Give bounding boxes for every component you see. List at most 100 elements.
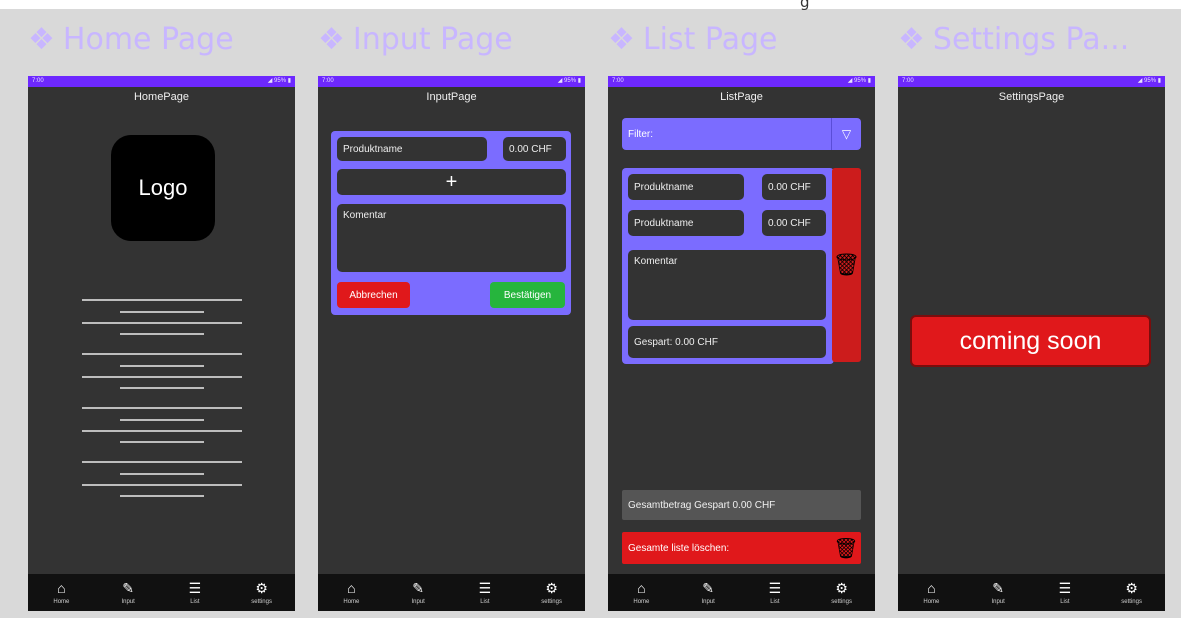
component-icon: ❖ [28,22,55,57]
bottom-nav: ⌂ Home ✎ Input ☰ List ⚙ settings [28,574,295,611]
frame-title-list: ❖ List Page [608,22,778,57]
price-field[interactable]: 0.00 CHF [762,210,826,236]
list-icon: ☰ [768,580,782,596]
placeholder-text-line [82,461,242,463]
frame-title-settings: ❖ Settings Pa... [898,22,1130,57]
saved-amount: Gespart: 0.00 CHF [628,326,826,358]
price-input[interactable]: 0.00 CHF [503,137,566,161]
page-title: SettingsPage [998,91,1065,103]
total-saved: Gesamtbetrag Gespart 0.00 CHF [622,490,861,520]
settings-page-phone: 7:00 ◢ 95% ▮ SettingsPage coming soon ⌂ H… [898,76,1165,611]
placeholder-text-line [82,376,242,378]
list-page-phone: 7:00 ◢ 95% ▮ ListPage Filter: ▽ Produktn… [608,76,875,611]
trash-icon: 🗑 [833,537,859,560]
home-icon: ⌂ [57,580,66,596]
list-icon: ☰ [188,580,202,596]
frame-title-input: ❖ Input Page [318,22,513,57]
comment-field[interactable]: Komentar [628,250,826,320]
placeholder-text-line [82,353,242,355]
nav-item-settings[interactable]: ⚙ settings [812,574,872,611]
nav-item-settings[interactable]: ⚙ settings [1102,574,1162,611]
bottom-nav: ⌂ Home ✎ Input ☰ List ⚙ settings [898,574,1165,611]
coming-soon-banner: coming soon [910,315,1151,367]
page-title: HomePage [133,91,190,103]
home-page-phone: 7:00 ◢ 95% ▮ HomePage Logo ⌂ Home ✎ Input … [28,76,295,611]
placeholder-text-line [120,473,204,475]
placeholder-text-line [120,495,204,497]
nav-item-list[interactable]: ☰ List [745,574,805,611]
nav-item-input[interactable]: ✎ Input [968,574,1028,611]
placeholder-text-line [82,322,242,324]
gear-icon: ⚙ [255,580,268,596]
nav-item-settings[interactable]: ⚙ settings [522,574,582,611]
nav-item-home[interactable]: ⌂ Home [321,574,381,611]
comment-textarea[interactable]: Komentar [337,204,566,272]
gear-icon: ⚙ [545,580,558,596]
delete-all-button[interactable]: Gesamte liste löschen: 🗑 [622,532,861,564]
placeholder-text-line [82,407,242,409]
cut-off-text: g [800,0,810,11]
placeholder-text-line [120,441,204,443]
status-bar: 7:00 ◢ 95% ▮ [608,76,875,87]
nav-item-settings[interactable]: ⚙ settings [232,574,292,611]
nav-item-home[interactable]: ⌂ Home [31,574,91,611]
placeholder-text-line [82,484,242,486]
cancel-button[interactable]: Abbrechen [337,282,410,308]
filter-dropdown[interactable]: Filter: ▽ [622,118,861,150]
signal-battery-icon: ◢ 95% ▮ [267,78,291,84]
home-icon: ⌂ [637,580,646,596]
product-name-field[interactable]: Produktname [628,210,744,236]
logo: Logo [111,135,215,241]
component-icon: ❖ [608,22,635,57]
status-bar: 7:00 ◢ 95% ▮ [318,76,585,87]
nav-item-list[interactable]: ☰ List [1035,574,1095,611]
home-icon: ⌂ [927,580,936,596]
trash-icon: 🗑 [832,252,861,277]
input-form-card: Produktname 0.00 CHF + Komentar Abbreche… [331,131,571,315]
nav-item-input[interactable]: ✎ Input [388,574,448,611]
confirm-button[interactable]: Bestätigen [490,282,565,308]
add-button[interactable]: + [337,169,566,195]
signal-battery-icon: ◢ 95% ▮ [557,78,581,84]
bottom-nav: ⌂ Home ✎ Input ☰ List ⚙ settings [608,574,875,611]
list-item-card: Produktname 0.00 CHF Produktname 0.00 CH… [622,168,834,364]
nav-item-list[interactable]: ☰ List [165,574,225,611]
nav-item-list[interactable]: ☰ List [455,574,515,611]
pencil-icon: ✎ [702,580,714,596]
component-icon: ❖ [318,22,345,57]
nav-item-input[interactable]: ✎ Input [678,574,738,611]
signal-battery-icon: ◢ 95% ▮ [1137,78,1161,84]
page-title: InputPage [426,91,477,103]
signal-battery-icon: ◢ 95% ▮ [847,78,871,84]
canvas-top-strip: g [0,0,1181,11]
pencil-icon: ✎ [412,580,424,596]
placeholder-text-line [120,419,204,421]
frame-title-home: ❖ Home Page [28,22,234,57]
placeholder-text-line [82,430,242,432]
filter-icon[interactable]: ▽ [831,118,861,150]
product-name-input[interactable]: Produktname [337,137,487,161]
pencil-icon: ✎ [992,580,1004,596]
page-title: ListPage [720,91,763,103]
product-name-field[interactable]: Produktname [628,174,744,200]
component-icon: ❖ [898,22,925,57]
placeholder-text-line [120,311,204,313]
placeholder-text-line [120,387,204,389]
placeholder-text-line [120,333,204,335]
gear-icon: ⚙ [835,580,848,596]
placeholder-text-line [82,299,242,301]
status-bar: 7:00 ◢ 95% ▮ [28,76,295,87]
gear-icon: ⚙ [1125,580,1138,596]
input-page-phone: 7:00 ◢ 95% ▮ InputPage Produktname 0.00 … [318,76,585,611]
list-icon: ☰ [1058,580,1072,596]
nav-item-home[interactable]: ⌂ Home [611,574,671,611]
nav-item-input[interactable]: ✎ Input [98,574,158,611]
delete-item-button[interactable]: 🗑 [832,168,861,362]
nav-item-home[interactable]: ⌂ Home [901,574,961,611]
home-icon: ⌂ [347,580,356,596]
list-icon: ☰ [478,580,492,596]
pencil-icon: ✎ [122,580,134,596]
status-bar: 7:00 ◢ 95% ▮ [898,76,1165,87]
placeholder-text-line [120,365,204,367]
price-field[interactable]: 0.00 CHF [762,174,826,200]
